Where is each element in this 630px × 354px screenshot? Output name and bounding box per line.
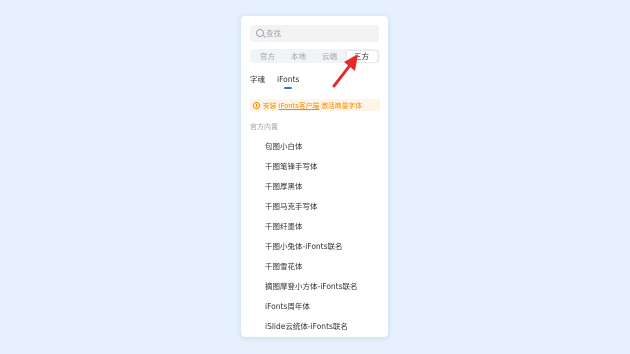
search-placeholder: 查找	[266, 29, 281, 38]
font-item[interactable]: 摘图摩登小方体-iFonts联名	[265, 280, 358, 300]
info-icon	[253, 101, 260, 109]
font-item[interactable]: 千图纤墨体	[265, 220, 358, 240]
search-input[interactable]: 查找	[250, 25, 379, 42]
font-item[interactable]: 千图雪花体	[265, 260, 358, 280]
font-item[interactable]: 千图厚黑体	[265, 180, 358, 200]
font-item[interactable]: iFonts周年体	[265, 300, 358, 320]
tab-local[interactable]: 本地	[285, 51, 313, 62]
notice-suffix: 激活商量字体	[321, 102, 362, 110]
tab-official[interactable]: 官方	[254, 51, 282, 62]
notice-prefix: 安装	[263, 102, 277, 110]
font-list: 包图小白体 千图笔锋手写体 千图厚黑体 千图马克手写体 千图纤墨体 千图小兔体-…	[265, 140, 358, 337]
search-icon	[256, 29, 264, 37]
font-item[interactable]: 千图马克手写体	[265, 200, 358, 220]
install-notice: 安装 iFonts客户端 激活商量字体	[250, 99, 380, 111]
annotation-arrow-icon	[332, 54, 358, 88]
font-panel: 查找 官方 本地 云端 三方 字魂 iFonts 安装 iFonts客户端 激活…	[241, 16, 388, 337]
font-item[interactable]: iSlide云统体-iFonts联名	[265, 320, 358, 337]
section-title: 官方内置	[250, 123, 278, 131]
font-item[interactable]: 包图小白体	[265, 140, 358, 160]
provider-tabs: 字魂 iFonts	[250, 74, 299, 89]
font-item[interactable]: 千图小兔体-iFonts联名	[265, 240, 358, 260]
subtab-zihun[interactable]: 字魂	[250, 74, 265, 88]
font-item[interactable]: 千图笔锋手写体	[265, 160, 358, 180]
install-client-link[interactable]: iFonts客户端	[279, 100, 320, 110]
subtab-ifonts[interactable]: iFonts	[277, 74, 299, 89]
